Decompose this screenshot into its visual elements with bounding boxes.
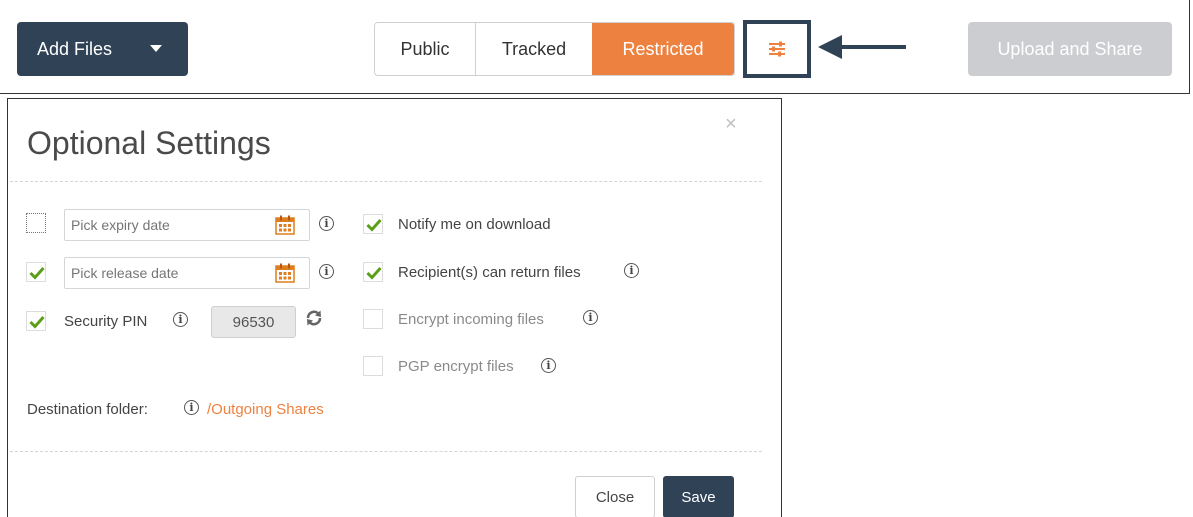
share-mode-switch: Public Tracked Restricted bbox=[374, 22, 735, 76]
security-pin-value: 96530 bbox=[211, 306, 296, 338]
checkmark-icon bbox=[366, 266, 382, 280]
encrypt-incoming-checkbox[interactable] bbox=[363, 309, 383, 329]
checkmark-icon bbox=[366, 218, 382, 232]
info-icon[interactable]: i bbox=[319, 216, 334, 231]
mode-public-tab[interactable]: Public bbox=[375, 23, 475, 75]
chevron-down-icon bbox=[150, 45, 162, 52]
mode-tracked-tab[interactable]: Tracked bbox=[475, 23, 592, 75]
expiry-date-checkbox[interactable] bbox=[26, 213, 46, 233]
optional-settings-dialog: Optional Settings × i i Security PIN i 9… bbox=[7, 98, 782, 517]
calendar-icon[interactable] bbox=[275, 215, 295, 235]
destination-folder-link[interactable]: /Outgoing Shares bbox=[207, 401, 324, 418]
security-pin-label: Security PIN bbox=[64, 313, 148, 330]
pgp-encrypt-label: PGP encrypt files bbox=[398, 358, 514, 375]
return-files-checkbox[interactable] bbox=[363, 262, 383, 282]
dialog-title: Optional Settings bbox=[27, 125, 271, 161]
info-icon[interactable]: i bbox=[541, 358, 556, 373]
info-icon[interactable]: i bbox=[583, 310, 598, 325]
encrypt-incoming-label: Encrypt incoming files bbox=[398, 311, 544, 328]
pgp-encrypt-checkbox[interactable] bbox=[363, 356, 383, 376]
close-button[interactable]: Close bbox=[575, 476, 655, 517]
info-icon[interactable]: i bbox=[184, 400, 199, 415]
expiry-date-input[interactable] bbox=[64, 209, 310, 241]
notify-download-label: Notify me on download bbox=[398, 216, 551, 233]
return-files-label: Recipient(s) can return files bbox=[398, 264, 581, 281]
checkmark-icon bbox=[29, 266, 45, 280]
header-divider bbox=[10, 181, 762, 182]
pointer-arrow-icon bbox=[818, 35, 906, 59]
release-date-checkbox[interactable] bbox=[26, 262, 46, 282]
release-date-input[interactable] bbox=[64, 257, 310, 289]
refresh-icon[interactable] bbox=[305, 309, 323, 327]
sliders-icon bbox=[769, 41, 785, 57]
add-files-label: Add Files bbox=[37, 38, 113, 59]
info-icon[interactable]: i bbox=[173, 312, 188, 327]
upload-and-share-button[interactable]: Upload and Share bbox=[968, 22, 1172, 76]
destination-folder-label: Destination folder: bbox=[27, 401, 148, 418]
close-icon[interactable]: × bbox=[725, 113, 737, 136]
save-button[interactable]: Save bbox=[663, 476, 734, 517]
security-pin-checkbox[interactable] bbox=[26, 311, 46, 331]
add-files-button[interactable]: Add Files bbox=[17, 22, 188, 76]
calendar-icon[interactable] bbox=[275, 263, 295, 283]
optional-settings-button[interactable] bbox=[743, 20, 811, 78]
share-toolbar: Add Files Public Tracked Restricted Uplo… bbox=[0, 0, 1190, 94]
footer-divider bbox=[10, 451, 762, 452]
mode-restricted-tab[interactable]: Restricted bbox=[592, 23, 734, 75]
info-icon[interactable]: i bbox=[624, 263, 639, 278]
notify-download-checkbox[interactable] bbox=[363, 214, 383, 234]
info-icon[interactable]: i bbox=[319, 264, 334, 279]
checkmark-icon bbox=[29, 315, 45, 329]
